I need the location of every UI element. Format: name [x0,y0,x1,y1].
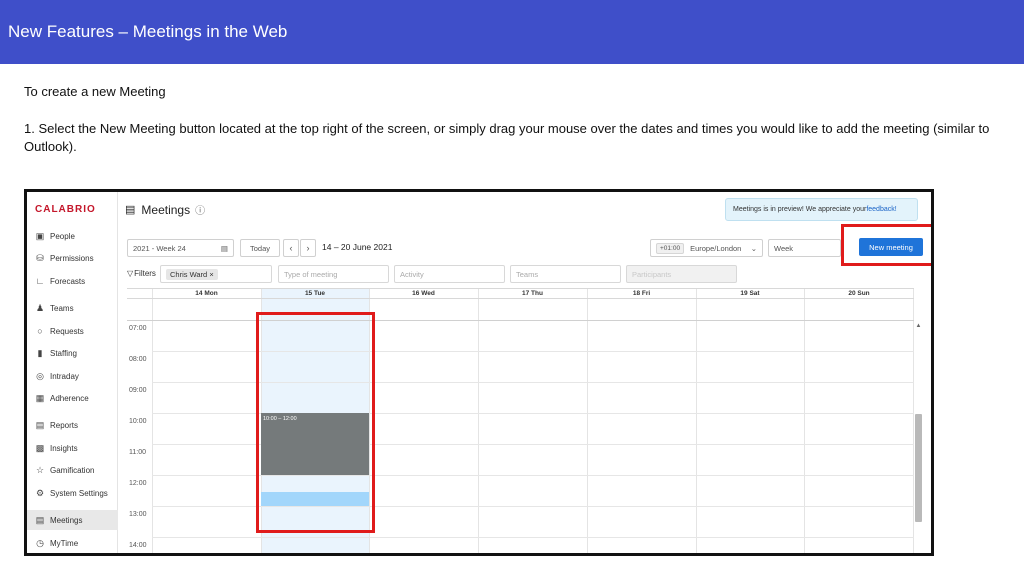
sidebar-item-requests[interactable]: ○ Requests [27,321,118,341]
hour-line [152,537,914,538]
sidebar-item-reports[interactable]: ▤ Reports [27,415,118,435]
calendar-grid[interactable]: 14 Mon 15 Tue 16 Wed 17 Thu 18 Fri 19 Sa… [127,288,914,553]
next-week-button[interactable]: › [300,239,316,257]
today-button[interactable]: Today [240,239,280,257]
day-header: 15 Tue [304,290,326,297]
day-header: 18 Fri [632,290,651,297]
day-column[interactable] [152,289,261,553]
clock-icon: ◷ [36,537,44,548]
time-label: 09:00 [129,387,147,394]
filters-label[interactable]: ▽ Filters [127,269,156,278]
highlight-new-meeting [841,224,931,266]
trophy-icon: ☆ [35,464,45,475]
participant-filter[interactable]: Chris Ward × [160,265,272,283]
sidebar-item-system-settings[interactable]: ⚙ System Settings [27,483,118,503]
sidebar-item-mytime[interactable]: ◷ MyTime [27,533,118,553]
help-icon[interactable]: ⓘ [195,202,205,217]
app-screenshot: CALABRIO ▣ People ⛁ Permissions ∟ Forecasts… [24,189,934,556]
calendar-icon: ▤ [125,204,136,216]
close-icon[interactable]: × [209,270,213,279]
slide-header: New Features – Meetings in the Web [0,0,1024,64]
day-column[interactable] [587,289,696,553]
week-select[interactable]: 2021 - Week 24 ▤ [127,239,234,257]
adherence-icon: ▦ [35,392,45,403]
sidebar-item-gamification[interactable]: ☆ Gamification [27,460,118,480]
day-column[interactable] [696,289,804,553]
day-column[interactable] [369,289,478,553]
page-title: ▤ Meetings ⓘ [125,202,206,218]
sidebar-item-people[interactable]: ▣ People [27,226,118,246]
sidebar-item-meetings[interactable]: ▤ Meetings [27,510,118,530]
people-icon: ▣ [35,230,45,241]
filter-chip: Chris Ward × [166,268,218,280]
day-column[interactable] [804,289,914,553]
chevron-left-icon: ‹ [289,243,293,253]
day-header: 16 Wed [412,290,435,297]
time-label: 14:00 [129,542,147,549]
sidebar-item-forecasts[interactable]: ∟ Forecasts [27,271,118,291]
time-label: 12:00 [129,480,147,487]
sidebar-item-intraday[interactable]: ◎ Intraday [27,366,118,386]
gear-icon: ⚙ [35,487,45,498]
tz-offset-badge: +01:00 [656,242,685,254]
calabrio-logo: CALABRIO [35,204,96,215]
lock-icon: ⛁ [36,252,44,263]
preview-banner: Meetings is in preview! We appreciate yo… [725,198,918,221]
calendar-icon: ▤ [220,243,228,253]
calendar-scrollbar[interactable]: ▲ [914,317,923,553]
date-range: 14 – 20 June 2021 [322,242,393,252]
highlight-drag-area [256,312,375,533]
slide-title: New Features – Meetings in the Web [8,22,288,41]
header-divider [127,298,914,299]
time-label: 07:00 [129,325,147,332]
time-label: 13:00 [129,511,147,518]
calendar-icon: ▤ [35,514,45,525]
forecast-icon: ∟ [35,276,45,286]
teams-filter[interactable]: Teams [510,265,621,283]
sidebar-item-staffing[interactable]: ▮ Staffing [27,343,118,363]
intro-text: To create a new Meeting [24,84,166,99]
timezone-select[interactable]: +01:00 Europe/London ⌄ [650,239,763,257]
all-day-divider [127,320,914,321]
requests-icon: ○ [37,326,43,336]
sidebar-item-teams[interactable]: ♟ Teams [27,298,118,318]
day-header: 14 Mon [195,290,218,297]
feedback-link[interactable]: feedback! [866,206,896,213]
time-label: 11:00 [129,449,146,456]
day-header: 20 Sun [848,290,870,297]
time-label: 10:00 [129,418,147,425]
activity-filter[interactable]: Activity [394,265,505,283]
sidebar-item-insights[interactable]: ▩ Insights [27,438,118,458]
main-area: ▤ Meetings ⓘ Meetings is in preview! We … [119,192,931,553]
prev-week-button[interactable]: ‹ [283,239,299,257]
chevron-right-icon: › [306,243,310,253]
insights-icon: ▩ [35,442,45,453]
filter-icon: ▽ [127,269,134,278]
day-header: 19 Sat [740,290,760,297]
meeting-type-filter[interactable]: Type of meeting [278,265,389,283]
reports-icon: ▤ [35,419,45,430]
disabled-filter: Participants [626,265,737,283]
intraday-icon: ◎ [36,370,44,381]
staffing-icon: ▮ [37,347,43,358]
chevron-down-icon: ⌄ [750,243,757,253]
scroll-thumb[interactable] [915,414,922,522]
day-column[interactable] [478,289,587,553]
scroll-up-icon[interactable]: ▲ [914,323,923,329]
sidebar: CALABRIO ▣ People ⛁ Permissions ∟ Forecasts… [27,192,118,553]
step-text: 1. Select the New Meeting button located… [24,121,990,154]
teams-icon: ♟ [35,302,45,313]
time-label: 08:00 [129,356,147,363]
view-select[interactable]: Week [768,239,841,257]
sidebar-item-permissions[interactable]: ⛁ Permissions [27,248,118,268]
sidebar-item-adherence[interactable]: ▦ Adherence [27,388,118,408]
day-header: 17 Thu [522,290,543,297]
